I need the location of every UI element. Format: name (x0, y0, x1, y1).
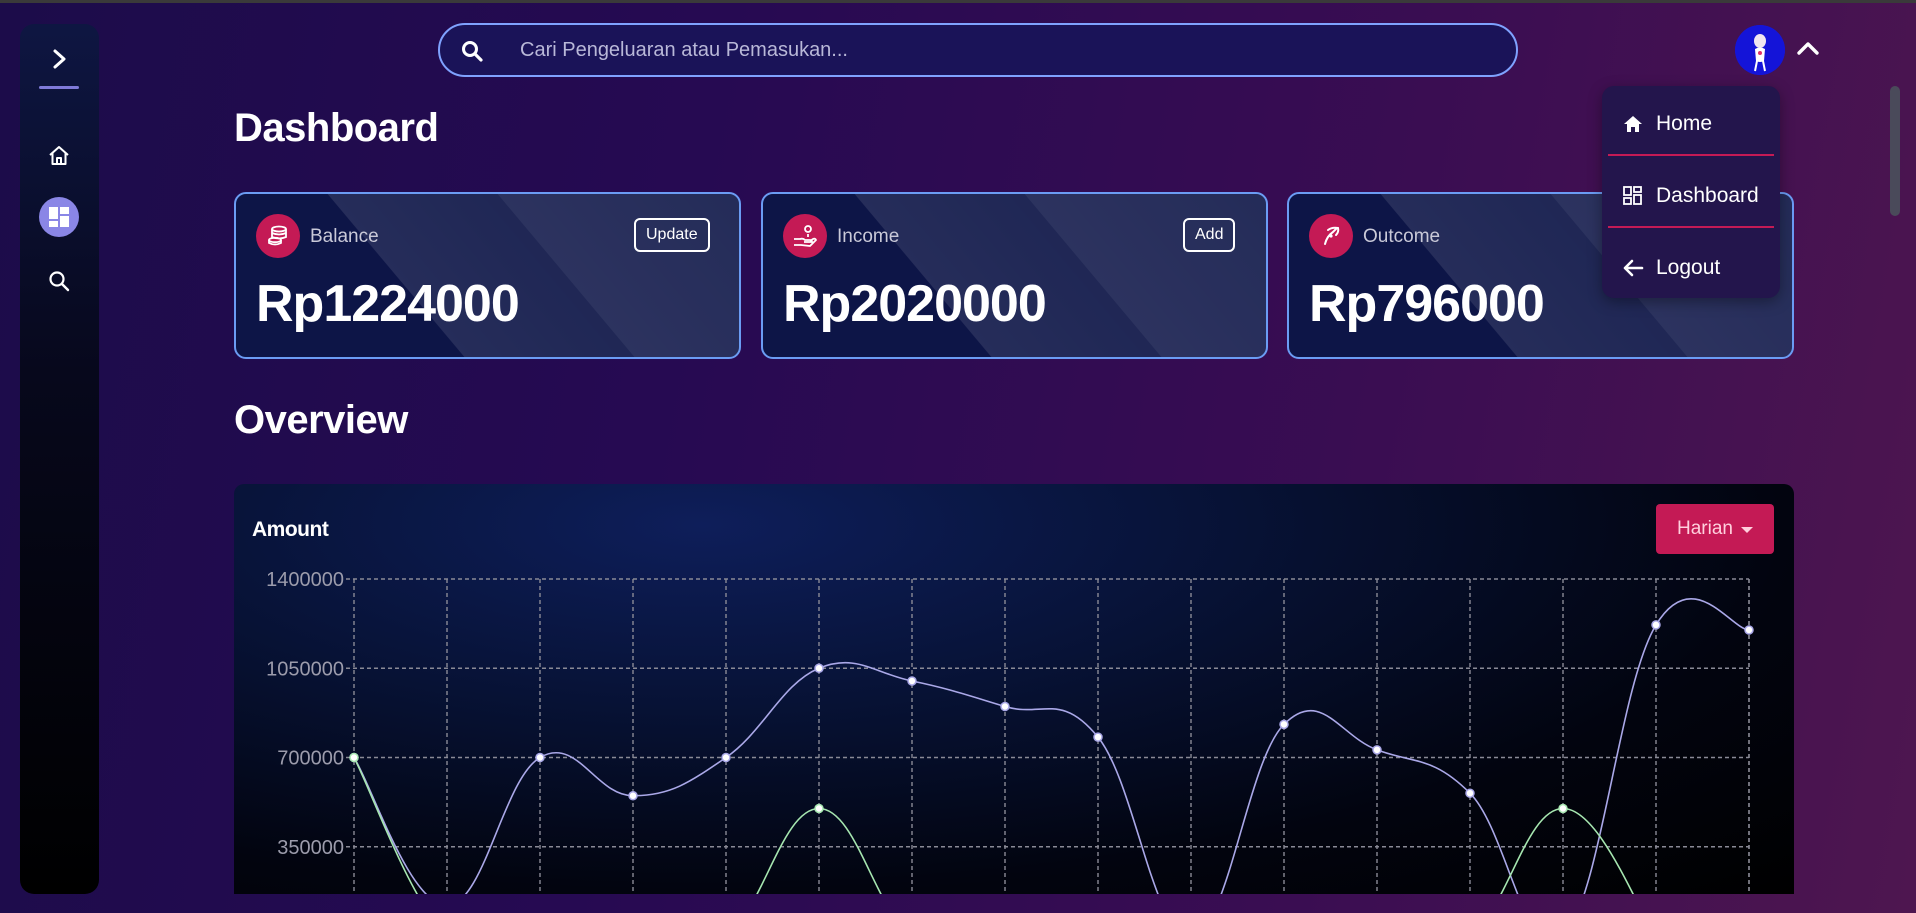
income-data-point (814, 803, 824, 814)
search-input[interactable] (520, 25, 1480, 75)
period-dropdown[interactable]: Harian (1656, 504, 1774, 554)
period-dropdown-label: Harian (1677, 518, 1733, 539)
hand-coin-icon (783, 214, 827, 258)
card-label: Outcome (1363, 226, 1441, 247)
user-menu: Home Dashboard Logout (1602, 86, 1780, 298)
home-icon (49, 146, 69, 165)
menu-item-label: Home (1656, 112, 1713, 135)
outcome-value: Rp796000 (1309, 275, 1545, 333)
y-tick-label: 700000 (277, 748, 344, 770)
caret-down-icon (1740, 527, 1753, 533)
menu-divider (1608, 226, 1774, 228)
income-data-point (349, 752, 359, 763)
grid-icon (1623, 186, 1642, 205)
chevron-up-icon (1797, 42, 1819, 55)
balance-data-point (628, 791, 638, 801)
chart-panel: 1400000 1050000 700000 350000 Amount Harian (234, 484, 1794, 894)
card-label: Balance (310, 226, 379, 247)
window-top-border (0, 0, 1916, 3)
dashboard-icon (49, 207, 69, 227)
coins-icon (256, 214, 300, 258)
balance-data-point (1279, 719, 1289, 730)
y-tick-label: 1050000 (266, 658, 344, 680)
balance-data-point (1465, 788, 1475, 798)
balance-data-point (1093, 732, 1103, 742)
menu-toggle-button[interactable] (1796, 38, 1820, 63)
menu-divider (1608, 154, 1774, 156)
line-chart: 1400000 1050000 700000 350000 (266, 569, 1754, 894)
balance-series-line (353, 597, 1750, 894)
income-value: Rp2020000 (783, 275, 1047, 333)
search-bar (438, 23, 1518, 77)
sidebar-item-dashboard[interactable] (39, 197, 79, 237)
sidebar-item-home[interactable] (39, 136, 79, 176)
balance-value: Rp1224000 (256, 275, 520, 333)
chart-title: Amount (252, 518, 329, 541)
menu-item-label: Logout (1656, 256, 1721, 279)
y-tick-label: 350000 (277, 837, 344, 859)
balance-data-point (907, 676, 917, 686)
home-icon (1624, 116, 1642, 132)
sidebar-toggle-button[interactable] (20, 42, 99, 76)
avatar-image (1735, 25, 1785, 75)
chevron-right-icon (53, 49, 65, 69)
income-card: Income Add Rp2020000 (761, 192, 1268, 359)
page-title: Dashboard (234, 106, 439, 150)
avatar[interactable] (1735, 25, 1785, 75)
sidebar-divider (39, 86, 79, 89)
update-balance-button[interactable]: Update (634, 218, 710, 252)
balance-card: Balance Update Rp1224000 (234, 192, 741, 359)
overview-title: Overview (234, 398, 408, 442)
scrollbar-thumb[interactable] (1890, 86, 1900, 216)
balance-data-point (535, 752, 545, 763)
card-label: Income (837, 226, 900, 247)
add-income-button[interactable]: Add (1183, 218, 1236, 252)
balance-data-point (814, 663, 824, 673)
balance-data-point (1372, 745, 1382, 755)
balance-data-point (721, 752, 731, 763)
sidebar-item-search[interactable] (39, 261, 79, 301)
money-out-icon (1309, 214, 1353, 258)
income-data-point (1558, 803, 1568, 814)
y-tick-label: 1400000 (266, 569, 344, 591)
search-icon (49, 271, 70, 292)
balance-data-point (1000, 701, 1010, 712)
sidebar (20, 24, 99, 894)
search-icon (460, 39, 484, 68)
arrow-left-icon (1623, 259, 1644, 277)
menu-item-logout[interactable]: Logout (1602, 238, 1780, 298)
menu-item-home[interactable]: Home (1602, 94, 1780, 154)
menu-item-label: Dashboard (1656, 184, 1759, 207)
menu-item-dashboard[interactable]: Dashboard (1602, 166, 1780, 226)
balance-data-point (1651, 620, 1661, 630)
balance-data-point (1744, 625, 1754, 635)
